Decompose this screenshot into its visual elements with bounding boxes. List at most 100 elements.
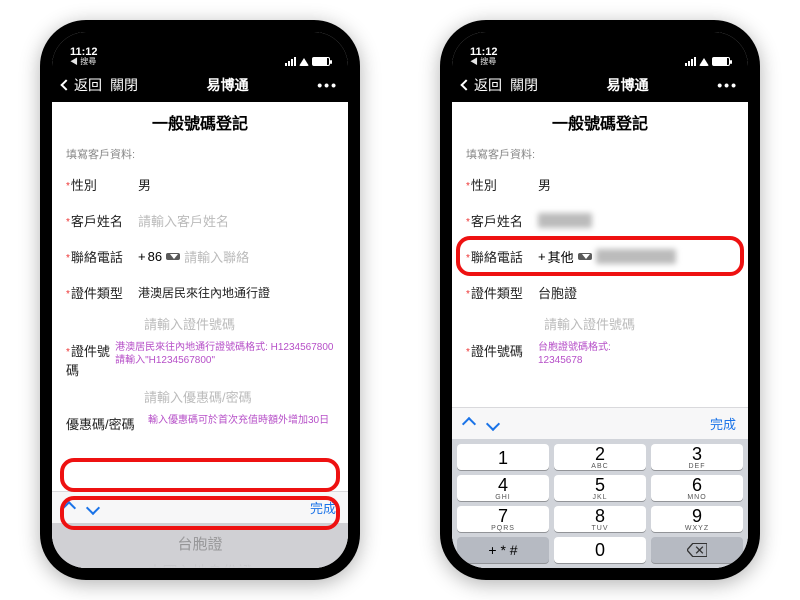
- name-label: 客戶姓名: [71, 214, 123, 229]
- doc-no-placeholder[interactable]: 請輸入證件號碼: [544, 314, 734, 333]
- gender-value: 男: [138, 175, 334, 194]
- doc-no-hint: 港澳居民來往內地通行證號碼格式: H1234567800 請輸入"H123456…: [115, 341, 334, 367]
- doc-type-label: 證件類型: [71, 286, 123, 301]
- key-2[interactable]: 2ABC: [554, 444, 646, 470]
- keyboard-accessory: 完成: [452, 407, 748, 439]
- key-3[interactable]: 3DEF: [651, 444, 743, 470]
- doc-no-label: 證件號碼: [66, 344, 110, 378]
- signal-icon: [285, 57, 296, 66]
- key-1[interactable]: 1: [457, 444, 549, 470]
- screen-right: 11:12 ◀ 搜尋 返回 關閉 易博通 ••• 一般號碼登記 填寫客戶資料: …: [452, 32, 748, 568]
- gender-label: 性別: [471, 178, 497, 193]
- phone-left: 11:12 ◀ 搜尋 返回 關閉 易博通 ••• 一般號碼登記 填寫客戶資料: …: [40, 20, 360, 580]
- page-title: 一般號碼登記: [52, 102, 348, 140]
- key-5[interactable]: 5JKL: [554, 475, 646, 501]
- name-label: 客戶姓名: [471, 214, 523, 229]
- key-9[interactable]: 9WXYZ: [651, 506, 743, 532]
- key-symbols[interactable]: + * #: [457, 537, 549, 563]
- nav-more[interactable]: •••: [317, 77, 338, 93]
- key-backspace[interactable]: [651, 537, 743, 563]
- promo-placeholder[interactable]: 請輸入優惠碼/密碼: [144, 387, 334, 406]
- prev-field-icon[interactable]: [462, 416, 476, 430]
- row-name[interactable]: *客戶姓名 請輸入客戶姓名: [52, 202, 348, 238]
- gender-label: 性別: [71, 178, 97, 193]
- phone-right: 11:12 ◀ 搜尋 返回 關閉 易博通 ••• 一般號碼登記 填寫客戶資料: …: [440, 20, 760, 580]
- status-back-search[interactable]: ◀ 搜尋: [470, 58, 496, 66]
- doc-no-label: 證件號碼: [471, 344, 523, 359]
- row-phone[interactable]: *聯絡電話 + 86 請輸入聯絡: [52, 238, 348, 274]
- back-icon[interactable]: [60, 79, 71, 90]
- nav-more[interactable]: •••: [717, 77, 738, 93]
- name-placeholder[interactable]: 請輸入客戶姓名: [138, 211, 334, 230]
- phone-cc: 其他: [548, 247, 574, 266]
- chevron-down-icon: [582, 254, 590, 259]
- numeric-keypad: 1 2ABC 3DEF 4GHI 5JKL 6MNO 7PQRS 8TUV 9W…: [452, 439, 748, 568]
- phone-prefix: +: [538, 249, 546, 264]
- row-doc-type[interactable]: *證件類型 港澳居民來往內地通行證: [52, 274, 348, 310]
- phone-placeholder[interactable]: 請輸入聯絡: [184, 247, 334, 266]
- next-field-icon[interactable]: [486, 416, 500, 430]
- picker-option[interactable]: 台胞證: [52, 531, 348, 559]
- signal-icon: [685, 57, 696, 66]
- phone-cc: 86: [148, 249, 162, 264]
- key-4[interactable]: 4GHI: [457, 475, 549, 501]
- done-button[interactable]: 完成: [710, 414, 736, 433]
- doc-no-hint: 台胞證號碼格式: 12345678: [538, 341, 611, 367]
- chevron-down-icon: [170, 254, 178, 259]
- name-value-redacted: xxxx: [538, 213, 592, 228]
- doc-type-label: 證件類型: [471, 286, 523, 301]
- row-doc-no: *證件號碼 台胞證號碼格式: 12345678: [452, 337, 748, 373]
- row-promo: 優惠碼/密碼 輸入優惠碼可於首次充值時額外增加30日: [52, 410, 348, 446]
- done-button[interactable]: 完成: [310, 498, 336, 517]
- doc-type-value: 台胞證: [538, 283, 734, 302]
- notch: [530, 20, 670, 42]
- key-6[interactable]: 6MNO: [651, 475, 743, 501]
- nav-title: 易博通: [207, 75, 249, 95]
- status-icons: [685, 57, 730, 66]
- nav-title: 易博通: [607, 75, 649, 95]
- status-icons: [285, 57, 330, 66]
- status-back-search[interactable]: ◀ 搜尋: [70, 58, 96, 66]
- country-code-select[interactable]: [578, 253, 592, 260]
- row-promo-ph[interactable]: 請輸入優惠碼/密碼: [52, 383, 348, 410]
- key-8[interactable]: 8TUV: [554, 506, 646, 532]
- nav-bar: 返回 關閉 易博通 •••: [452, 68, 748, 102]
- battery-icon: [712, 57, 730, 66]
- row-gender[interactable]: *性別 男: [452, 166, 748, 202]
- nav-bar: 返回 關閉 易博通 •••: [52, 68, 348, 102]
- key-7[interactable]: 7PQRS: [457, 506, 549, 532]
- nav-close[interactable]: 關閉: [110, 75, 138, 95]
- nav-back[interactable]: 返回: [474, 75, 502, 95]
- doc-no-placeholder[interactable]: 請輸入證件號碼: [144, 314, 334, 333]
- nav-back[interactable]: 返回: [74, 75, 102, 95]
- back-icon[interactable]: [460, 79, 471, 90]
- row-doc-no: *證件號碼 港澳居民來往內地通行證號碼格式: H1234567800 請輸入"H…: [52, 337, 348, 383]
- promo-hint: 輸入優惠碼可於首次充值時額外增加30日: [148, 414, 329, 427]
- backspace-icon: [687, 543, 707, 557]
- phone-label: 聯絡電話: [71, 250, 123, 265]
- key-0[interactable]: 0: [554, 537, 646, 563]
- screen-left: 11:12 ◀ 搜尋 返回 關閉 易博通 ••• 一般號碼登記 填寫客戶資料: …: [52, 32, 348, 568]
- next-field-icon[interactable]: [86, 500, 100, 514]
- phone-prefix: +: [138, 249, 146, 264]
- wifi-icon: [699, 58, 709, 66]
- picker-wheel[interactable]: 台胞證 中國內地身份證 passport: [52, 523, 348, 568]
- battery-icon: [312, 57, 330, 66]
- nav-close[interactable]: 關閉: [510, 75, 538, 95]
- row-gender[interactable]: *性別 男: [52, 166, 348, 202]
- notch: [130, 20, 270, 42]
- prev-field-icon[interactable]: [62, 500, 76, 514]
- phone-label: 聯絡電話: [471, 250, 523, 265]
- page-title: 一般號碼登記: [452, 102, 748, 140]
- row-name[interactable]: *客戶姓名 xxxx: [452, 202, 748, 238]
- doc-type-value: 港澳居民來往內地通行證: [138, 284, 334, 301]
- row-phone[interactable]: *聯絡電話 + 其他 xxxxxxxx: [452, 238, 748, 274]
- wifi-icon: [299, 58, 309, 66]
- row-doc-type[interactable]: *證件類型 台胞證: [452, 274, 748, 310]
- row-doc-no-ph[interactable]: 請輸入證件號碼: [452, 310, 748, 337]
- gender-value: 男: [538, 175, 734, 194]
- picker-option[interactable]: 中國內地身份證: [52, 559, 348, 568]
- country-code-select[interactable]: [166, 253, 180, 260]
- row-doc-no-ph[interactable]: 請輸入證件號碼: [52, 310, 348, 337]
- keyboard-accessory: 完成: [52, 491, 348, 523]
